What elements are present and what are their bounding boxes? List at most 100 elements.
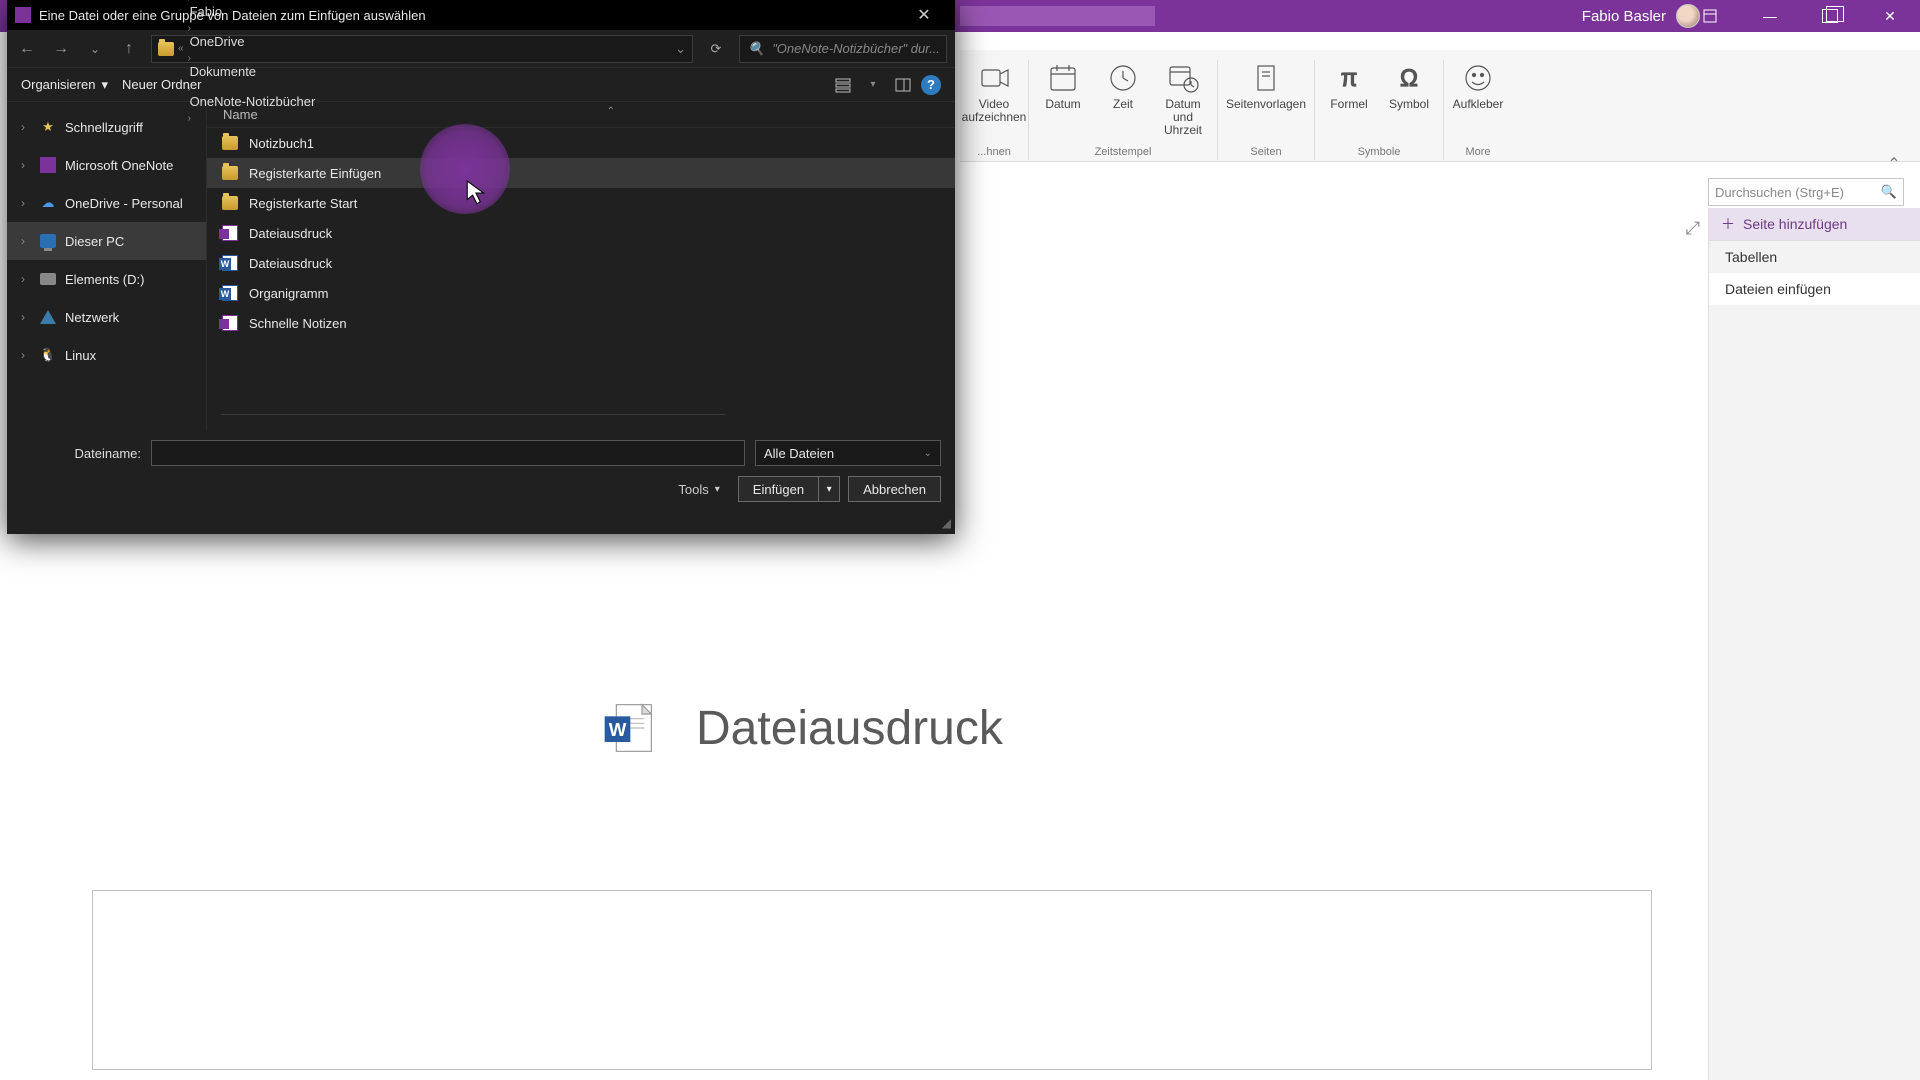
help-icon[interactable]: ? [921,75,941,95]
divider [221,414,725,415]
onenote-icon [15,7,31,23]
preview-pane-icon[interactable] [891,73,915,97]
page-list-item[interactable]: Dateien einfügen [1709,273,1920,305]
search-box[interactable]: Durchsuchen (Strg+E) 🔍 [1708,178,1904,206]
file-row[interactable]: Dateiausdruck [207,218,955,248]
insert-dropdown-icon[interactable]: ▾ [818,476,840,502]
linux-icon: 🐧 [39,346,57,364]
nav-recent-icon[interactable]: ⌄ [83,37,107,61]
file-name: Dateiausdruck [249,256,332,271]
ribbon-group-record: Video aufzeichnen ...hnen [960,60,1029,160]
tree-item-label: Elements (D:) [65,272,144,287]
insert-button[interactable]: Einfügen ▾ [738,476,840,502]
word-doc-icon: W [600,700,656,756]
ribbon-group-symbols: π Formel Ω Symbol Symbole [1315,60,1444,160]
tree-item[interactable]: ›Elements (D:) [7,260,206,298]
file-row[interactable]: Registerkarte Start [207,188,955,218]
cmd-time[interactable]: Zeit [1097,60,1149,138]
nav-forward-icon[interactable]: → [49,37,73,61]
file-row[interactable]: Dateiausdruck [207,248,955,278]
file-name: Schnelle Notizen [249,316,347,331]
svg-text:π: π [1341,65,1358,92]
file-row[interactable]: Registerkarte Einfügen [207,158,955,188]
cmd-datetime[interactable]: Datum und Uhrzeit [1157,60,1209,138]
add-page-button[interactable]: ＋ Seite hinzufügen [1709,208,1920,241]
tree-item[interactable]: ›Dieser PC [7,222,206,260]
ribbon-options-icon[interactable] [1680,0,1740,32]
tools-button[interactable]: Tools ▾ [678,482,719,497]
group-label: More [1465,146,1490,160]
breadcrumb-segment[interactable]: OneDrive [188,34,318,49]
nav-back-icon[interactable]: ← [15,37,39,61]
cmd-label: Formel [1330,98,1367,111]
cmd-video[interactable]: Video aufzeichnen [968,60,1020,124]
dialog-toolbar: Organisieren ▾ Neuer Ordner ▾ ? [7,68,955,102]
cmd-label: Zeit [1113,98,1133,111]
new-folder-button[interactable]: Neuer Ordner [122,77,201,92]
tree-item[interactable]: ›☁OneDrive - Personal [7,184,206,222]
page-list-item[interactable]: Tabellen [1709,241,1920,273]
word-file-icon [221,284,239,302]
attachment[interactable]: W Dateiausdruck [600,700,1003,756]
refresh-icon[interactable]: ⟳ [703,36,729,62]
tree-item-label: Dieser PC [65,234,124,249]
file-dialog: Eine Datei oder eine Gruppe von Dateien … [7,0,955,534]
file-row[interactable]: Notizbuch1 [207,128,955,158]
file-row[interactable]: Organigramm [207,278,955,308]
cmd-sticker[interactable]: Aufkleber [1452,60,1504,111]
breadcrumb-segment[interactable]: Fabio [188,4,318,19]
dialog-search[interactable]: 🔍 "OneNote-Notizbücher" dur... [739,35,947,63]
expand-icon[interactable]: ⤢ [1686,218,1700,239]
network-icon [39,308,57,326]
column-header-name[interactable]: Name [207,102,955,128]
restore-icon[interactable] [1800,0,1860,32]
cmd-label: Aufkleber [1453,98,1504,111]
cancel-button[interactable]: Abbrechen [848,476,941,502]
nav-up-icon[interactable]: ↑ [117,37,141,61]
resize-grip-icon[interactable]: ◢ [942,516,951,530]
drive-icon [39,270,57,288]
cmd-formula[interactable]: π Formel [1323,60,1375,111]
filename-input[interactable] [151,440,745,466]
ribbon-group-timestamp: Datum Zeit Datum und Uhrzeit Zeitstempel [1029,60,1218,160]
search-placeholder: Durchsuchen (Strg+E) [1715,185,1844,200]
folder-icon [221,194,239,212]
onenote-icon [39,156,57,174]
dialog-footer: Dateiname: Alle Dateien ⌄ Tools ▾ Einfüg… [7,430,955,510]
tree-item[interactable]: ›🐧Linux [7,336,206,374]
cursor-icon [466,180,488,211]
tree-item-label: Linux [65,348,96,363]
cmd-label: Symbol [1389,98,1429,111]
chevron-right-icon: › [21,196,31,210]
cmd-date[interactable]: Datum [1037,60,1089,138]
group-label: ...hnen [977,146,1011,160]
cmd-templates[interactable]: Seitenvorlagen [1226,60,1306,111]
view-mode-icon[interactable] [831,73,855,97]
page-outline[interactable] [92,890,1652,1070]
minimize-icon[interactable]: — [1740,0,1800,32]
filter-label: Alle Dateien [764,446,834,461]
cancel-label: Abbrechen [863,482,926,497]
ribbon-collapse-icon[interactable]: ⌃ [1882,152,1906,176]
file-filter-select[interactable]: Alle Dateien ⌄ [755,440,941,466]
breadcrumb[interactable]: « Benutzer›Fabio›OneDrive›Dokumente›OneN… [151,35,693,63]
organize-button[interactable]: Organisieren ▾ [21,77,108,93]
tools-label: Tools [678,482,708,497]
file-name: Organigramm [249,286,328,301]
chevron-down-icon: ▾ [715,484,720,495]
view-dropdown-icon[interactable]: ▾ [861,73,885,97]
tree-item[interactable]: ›★Schnellzugriff [7,108,206,146]
chevron-right-icon: « [178,43,184,54]
close-icon[interactable]: ✕ [1860,0,1920,32]
breadcrumb-dropdown-icon[interactable]: ⌄ [675,41,686,57]
video-icon [976,60,1012,96]
file-row[interactable]: Schnelle Notizen [207,308,955,338]
breadcrumb-segment[interactable]: Dokumente [188,64,318,79]
dialog-close-icon[interactable]: ✕ [901,0,947,30]
tree-item[interactable]: ›Microsoft OneNote [7,146,206,184]
cloud-icon: ☁ [39,194,57,212]
cmd-symbol[interactable]: Ω Symbol [1383,60,1435,111]
tree-item-label: Netzwerk [65,310,119,325]
title-search-box[interactable] [960,6,1155,26]
tree-item[interactable]: ›Netzwerk [7,298,206,336]
